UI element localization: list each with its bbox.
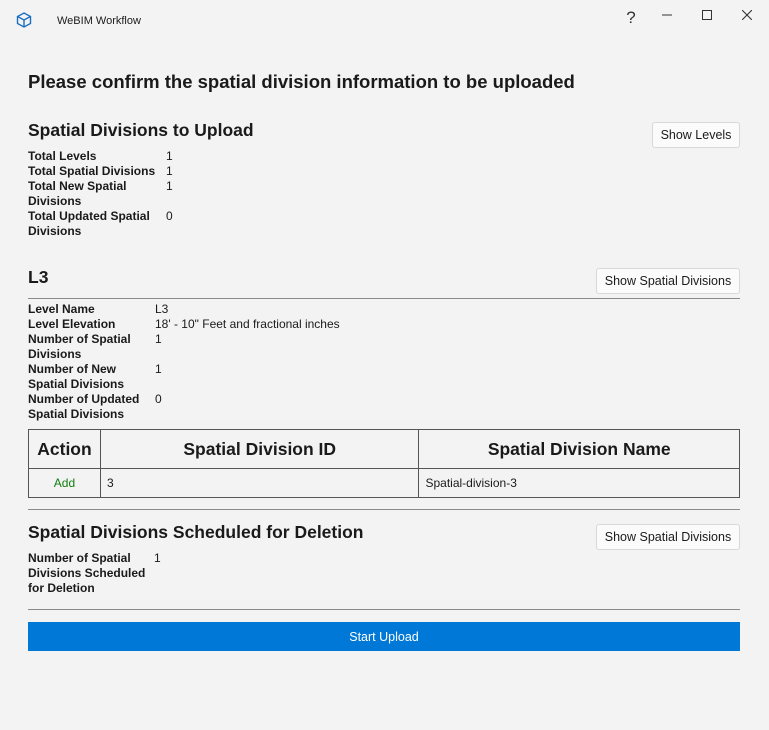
level-label: Number of New Spatial Divisions: [28, 362, 155, 392]
summary-label-line: Total New Spatial: [28, 179, 127, 193]
close-button[interactable]: [727, 0, 767, 30]
divider: [28, 298, 740, 299]
deletion-label-line: for Deletion: [28, 581, 95, 595]
page-heading: Please confirm the spatial division info…: [28, 71, 575, 92]
level-row: Number of New Spatial Divisions 1: [28, 362, 340, 392]
level-value: 1: [155, 332, 162, 346]
summary-info: Total Levels 1 Total Spatial Divisions 1…: [28, 149, 173, 239]
summary-label: Total New Spatial Divisions: [28, 179, 166, 209]
level-value: 18' - 10" Feet and fractional inches: [155, 317, 340, 331]
summary-row: Total New Spatial Divisions 1: [28, 179, 173, 209]
level-value: 0: [155, 392, 162, 406]
show-levels-button[interactable]: Show Levels: [652, 122, 740, 148]
level-label-line: Number of New: [28, 362, 117, 376]
level-label: Level Name: [28, 302, 95, 316]
name-cell: Spatial-division-3: [418, 468, 740, 498]
deletion-section-title: Spatial Divisions Scheduled for Deletion: [28, 522, 364, 542]
summary-row: Total Updated Spatial Divisions 0: [28, 209, 173, 239]
start-upload-button[interactable]: Start Upload: [28, 622, 740, 651]
summary-row: Total Levels 1: [28, 149, 173, 164]
summary-value: 1: [166, 149, 173, 163]
help-button[interactable]: ?: [611, 3, 651, 33]
action-cell[interactable]: Add: [28, 468, 101, 498]
level-label: Number of Spatial Divisions: [28, 332, 155, 362]
title-bar: WeBIM Workflow ?: [0, 0, 769, 44]
deletion-row: Number of Spatial Divisions Scheduled fo…: [28, 551, 161, 596]
summary-row: Total Spatial Divisions 1: [28, 164, 173, 179]
level-label-line: Divisions: [28, 347, 82, 361]
window-title: WeBIM Workflow: [57, 15, 141, 27]
level-label-line: Spatial Divisions: [28, 407, 125, 421]
summary-label: Total Levels: [28, 149, 97, 163]
show-deletion-divisions-button[interactable]: Show Spatial Divisions: [596, 524, 740, 550]
maximize-button[interactable]: [687, 0, 727, 30]
level-label-line: Number of Updated: [28, 392, 140, 406]
table-header-row: Action Spatial Division ID Spatial Divis…: [28, 429, 740, 469]
spatial-divisions-table: Action Spatial Division ID Spatial Divis…: [28, 429, 740, 498]
summary-label-line: Divisions: [28, 194, 82, 208]
summary-label: Total Spatial Divisions: [28, 164, 156, 178]
deletion-label-line: Divisions Scheduled: [28, 566, 146, 580]
column-header-id: Spatial Division ID: [99, 429, 420, 469]
maximize-icon: [702, 10, 712, 20]
summary-label-line: Divisions: [28, 224, 82, 238]
level-label: Level Elevation: [28, 317, 116, 331]
summary-value: 1: [166, 164, 173, 178]
level-label-line: Number of Spatial: [28, 332, 131, 346]
summary-value: 0: [166, 209, 173, 223]
level-value: L3: [155, 302, 169, 316]
level-value: 1: [155, 362, 162, 376]
level-section-title: L3: [28, 267, 49, 287]
divider: [28, 509, 740, 510]
deletion-value: 1: [154, 551, 161, 565]
level-info: Level Name L3 Level Elevation 18' - 10" …: [28, 302, 340, 422]
app-cube-icon: [16, 12, 32, 28]
level-row: Number of Spatial Divisions 1: [28, 332, 340, 362]
level-label: Number of Updated Spatial Divisions: [28, 392, 155, 422]
show-spatial-divisions-button[interactable]: Show Spatial Divisions: [596, 268, 740, 294]
column-header-name: Spatial Division Name: [418, 429, 740, 469]
column-header-action: Action: [28, 429, 101, 469]
summary-label: Total Updated Spatial Divisions: [28, 209, 166, 239]
level-label-line: Spatial Divisions: [28, 377, 125, 391]
deletion-label: Number of Spatial Divisions Scheduled fo…: [28, 551, 154, 596]
minimize-button[interactable]: [647, 0, 687, 30]
table-row: Add 3 Spatial-division-3: [28, 468, 740, 498]
summary-label-line: Total Updated Spatial: [28, 209, 150, 223]
divider: [28, 609, 740, 610]
deletion-info: Number of Spatial Divisions Scheduled fo…: [28, 551, 161, 596]
deletion-label-line: Number of Spatial: [28, 551, 131, 565]
level-row: Number of Updated Spatial Divisions 0: [28, 392, 340, 422]
minimize-icon: [662, 14, 672, 16]
level-row: Level Name L3: [28, 302, 340, 317]
level-row: Level Elevation 18' - 10" Feet and fract…: [28, 317, 340, 332]
close-icon: [742, 10, 752, 20]
id-cell: 3: [99, 468, 420, 498]
summary-value: 1: [166, 179, 173, 193]
summary-section-title: Spatial Divisions to Upload: [28, 120, 254, 140]
